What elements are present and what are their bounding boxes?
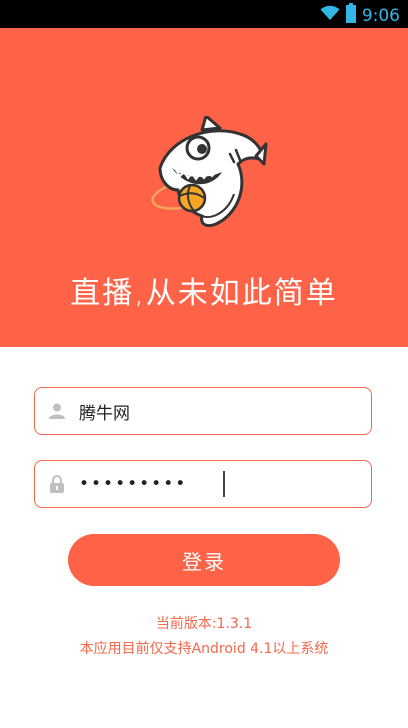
support-text: 本应用目前仅支持Android 4.1以上系统	[79, 641, 329, 657]
password-field[interactable]	[34, 460, 372, 508]
wifi-icon	[320, 5, 340, 26]
user-icon	[35, 402, 79, 420]
text-cursor	[223, 471, 225, 497]
password-input[interactable]	[79, 461, 371, 507]
username-field[interactable]	[34, 387, 372, 435]
shark-mascot-icon	[140, 114, 268, 238]
status-bar: 9:06	[0, 0, 408, 28]
clock: 9:06	[361, 5, 400, 26]
slogan: 直播,从未如此简单	[70, 276, 338, 311]
lock-icon	[35, 475, 79, 493]
version-text: 当前版本:1.3.1	[155, 616, 253, 632]
login-button[interactable]: 登录	[68, 534, 340, 586]
battery-icon	[345, 3, 356, 28]
hero-banner: 直播,从未如此简单	[0, 28, 408, 347]
username-input[interactable]	[79, 388, 371, 434]
